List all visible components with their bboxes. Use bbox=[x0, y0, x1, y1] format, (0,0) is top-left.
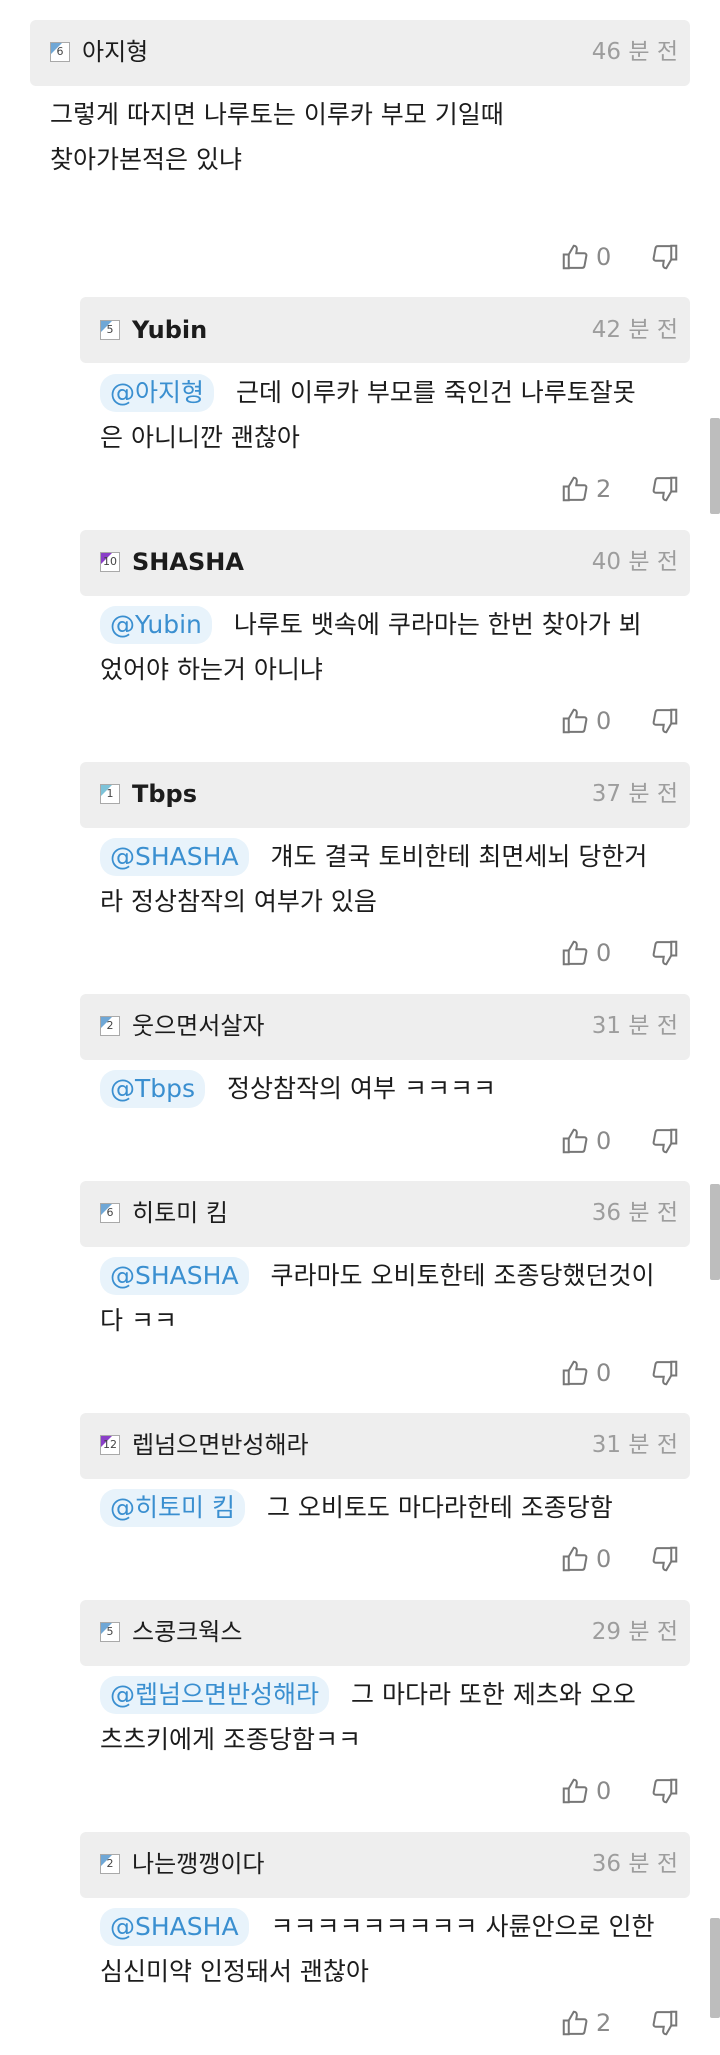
comment-time: 36 분 전 bbox=[591, 1851, 678, 1877]
comment-time: 40 분 전 bbox=[591, 549, 678, 575]
vote-bar: 2 bbox=[560, 472, 690, 508]
thumbs-down-icon[interactable] bbox=[650, 1542, 680, 1576]
comment-text-line: 었어야 하는거 아니냐 bbox=[100, 655, 323, 684]
comment-text-line: 은 아니니깐 괜찮아 bbox=[100, 423, 300, 452]
comment-text-line: 근데 이루카 부모를 죽인건 나루토잘못 bbox=[236, 378, 636, 407]
vote-bar: 0 bbox=[560, 1542, 690, 1578]
level-badge-icon: 10 bbox=[100, 552, 120, 572]
upvote-count: 0 bbox=[596, 707, 612, 735]
comment-author[interactable]: 웃으면서살자 bbox=[132, 1011, 264, 1041]
mention-tag[interactable]: @SHASHA bbox=[100, 838, 249, 876]
vote-bar: 0 bbox=[560, 1774, 690, 1810]
thumbs-down-icon[interactable] bbox=[650, 1774, 680, 1808]
comment-text-line: 정상참작의 여부 ㅋㅋㅋㅋ bbox=[227, 1074, 496, 1103]
thumbs-up-icon[interactable] bbox=[560, 936, 590, 970]
vote-bar: 0 bbox=[560, 936, 690, 972]
comment-body: @아지형 근데 이루카 부모를 죽인건 나루토잘못 은 아니니깐 괜찮아 bbox=[100, 370, 690, 460]
level-badge-icon: 2 bbox=[100, 1016, 120, 1036]
comment-text-line: 찾아가본적은 있냐 bbox=[50, 145, 242, 174]
comment-body: @SHASHA 걔도 결국 토비한테 최면세뇌 당한거 라 정상참작의 여부가 있… bbox=[100, 834, 690, 924]
thumbs-down-icon[interactable] bbox=[650, 240, 680, 274]
comment-author[interactable]: SHASHA bbox=[132, 547, 244, 577]
vote-bar: 0 bbox=[560, 1356, 690, 1392]
comment-time: 31 분 전 bbox=[591, 1013, 678, 1039]
mention-tag[interactable]: @SHASHA bbox=[100, 1257, 249, 1295]
comment-author[interactable]: 렙넘으면반성해라 bbox=[132, 1430, 309, 1460]
thumbs-down-icon[interactable] bbox=[650, 704, 680, 738]
comment-author[interactable]: 나는깽깽이다 bbox=[132, 1849, 264, 1879]
mention-tag[interactable]: @히토미 킴 bbox=[100, 1489, 245, 1527]
thumbs-up-icon[interactable] bbox=[560, 1124, 590, 1158]
comment-time: 37 분 전 bbox=[591, 781, 678, 807]
comment-author[interactable]: 스콩크웍스 bbox=[132, 1617, 242, 1647]
upvote-count: 0 bbox=[596, 1127, 612, 1155]
comment-time: 42 분 전 bbox=[591, 317, 678, 343]
vote-bar: 0 bbox=[560, 1124, 690, 1160]
comment-time: 46 분 전 bbox=[591, 39, 678, 65]
comment-text-line: ㅋㅋㅋㅋㅋㅋㅋㅋㅋ 사륜안으로 인한 bbox=[270, 1912, 655, 1941]
upvote-count: 0 bbox=[596, 1359, 612, 1387]
comment-text-line: 그 오비토도 마다라한테 조종당함 bbox=[266, 1493, 613, 1522]
mention-tag[interactable]: @렙넘으면반성해라 bbox=[100, 1676, 330, 1714]
level-badge-icon: 5 bbox=[100, 320, 120, 340]
thumbs-down-icon[interactable] bbox=[650, 1356, 680, 1390]
thumbs-down-icon[interactable] bbox=[650, 2006, 680, 2040]
comment-time: 36 분 전 bbox=[591, 1200, 678, 1226]
mention-tag[interactable]: @Tbps bbox=[100, 1070, 206, 1108]
vote-bar: 0 bbox=[560, 240, 690, 276]
scrollbar-thumb[interactable] bbox=[710, 418, 720, 514]
comment-text-line: 그 마다라 또한 제츠와 오오 bbox=[351, 1680, 636, 1709]
level-badge-icon: 6 bbox=[100, 1203, 120, 1223]
thumbs-up-icon[interactable] bbox=[560, 1356, 590, 1390]
upvote-count: 0 bbox=[596, 1545, 612, 1573]
upvote-count: 0 bbox=[596, 939, 612, 967]
thumbs-up-icon[interactable] bbox=[560, 240, 590, 274]
level-badge-icon: 2 bbox=[100, 1854, 120, 1874]
comment-text-line: 라 정상참작의 여부가 있음 bbox=[100, 887, 377, 916]
level-badge-icon: 6 bbox=[50, 42, 70, 62]
comment-text-line: 쿠라마도 오비토한테 조종당했던것이 bbox=[270, 1261, 655, 1290]
comment-body: @렙넘으면반성해라 그 마다라 또한 제츠와 오오 츠츠키에게 조종당함ㅋㅋ bbox=[100, 1672, 690, 1762]
comment-body: @Tbps 정상참작의 여부 ㅋㅋㅋㅋ bbox=[100, 1066, 690, 1111]
mention-tag[interactable]: @아지형 bbox=[100, 374, 215, 412]
comment-author[interactable]: 아지형 bbox=[82, 37, 148, 67]
comment-text-line: 나루토 뱃속에 쿠라마는 한번 찾아가 뵈 bbox=[233, 610, 642, 639]
mention-tag[interactable]: @SHASHA bbox=[100, 1908, 249, 1946]
comment-text-line: 걔도 결국 토비한테 최면세뇌 당한거 bbox=[270, 842, 648, 871]
comment-author[interactable]: 히토미 킴 bbox=[132, 1198, 228, 1228]
comment-body: @히토미 킴 그 오비토도 마다라한테 조종당함 bbox=[100, 1485, 690, 1530]
thumbs-up-icon[interactable] bbox=[560, 472, 590, 506]
thumbs-up-icon[interactable] bbox=[560, 704, 590, 738]
upvote-count: 0 bbox=[596, 1777, 612, 1805]
comment-body: 그렇게 따지면 나루토는 이루카 부모 기일때 찾아가본적은 있냐 bbox=[50, 92, 690, 182]
vote-bar: 2 bbox=[560, 2006, 690, 2042]
vote-bar: 0 bbox=[560, 704, 690, 740]
comment-time: 29 분 전 bbox=[591, 1619, 678, 1645]
level-badge-icon: 1 bbox=[100, 784, 120, 804]
comment-author[interactable]: Yubin bbox=[132, 315, 207, 345]
comment-text-line: 심신미약 인정돼서 괜찮아 bbox=[100, 1957, 369, 1986]
scrollbar-thumb[interactable] bbox=[710, 1184, 720, 1280]
comment-body: @SHASHA 쿠라마도 오비토한테 조종당했던것이 다 ㅋㅋ bbox=[100, 1253, 690, 1343]
upvote-count: 0 bbox=[596, 243, 612, 271]
thumbs-down-icon[interactable] bbox=[650, 472, 680, 506]
thumbs-up-icon[interactable] bbox=[560, 1774, 590, 1808]
upvote-count: 2 bbox=[596, 475, 612, 503]
thumbs-up-icon[interactable] bbox=[560, 2006, 590, 2040]
comment-body: @Yubin 나루토 뱃속에 쿠라마는 한번 찾아가 뵈 었어야 하는거 아니냐 bbox=[100, 602, 690, 692]
comment-body: @SHASHA ㅋㅋㅋㅋㅋㅋㅋㅋㅋ 사륜안으로 인한 심신미약 인정돼서 괜찮아 bbox=[100, 1904, 690, 1994]
comment-text-line: 다 ㅋㅋ bbox=[100, 1306, 177, 1335]
upvote-count: 2 bbox=[596, 2009, 612, 2037]
thumbs-down-icon[interactable] bbox=[650, 936, 680, 970]
level-badge-icon: 12 bbox=[100, 1435, 120, 1455]
thumbs-up-icon[interactable] bbox=[560, 1542, 590, 1576]
comment-time: 31 분 전 bbox=[591, 1432, 678, 1458]
level-badge-icon: 5 bbox=[100, 1622, 120, 1642]
thumbs-down-icon[interactable] bbox=[650, 1124, 680, 1158]
comment-author[interactable]: Tbps bbox=[132, 779, 197, 809]
comment-text-line: 그렇게 따지면 나루토는 이루카 부모 기일때 bbox=[50, 100, 504, 129]
scrollbar-thumb[interactable] bbox=[710, 1918, 720, 2018]
mention-tag[interactable]: @Yubin bbox=[100, 606, 212, 644]
comment-text-line: 츠츠키에게 조종당함ㅋㅋ bbox=[100, 1725, 361, 1754]
